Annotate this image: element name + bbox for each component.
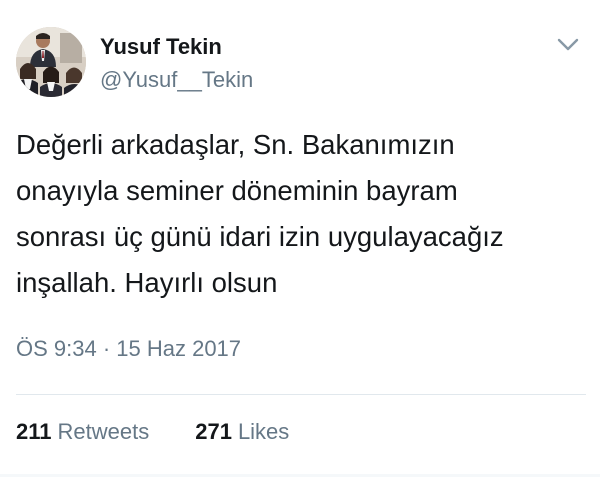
tweet-timestamp[interactable]: ÖS 9:34 · 15 Haz 2017 <box>16 336 241 362</box>
avatar[interactable] <box>16 27 86 97</box>
tweet-stats: 211 Retweets 271 Likes <box>16 419 289 445</box>
likes-count: 271 <box>195 419 232 444</box>
chevron-down-icon[interactable] <box>556 36 580 54</box>
tweet-text-line: inşallah. Hayırlı olsun <box>16 267 278 298</box>
tweet-text-line: onayıyla seminer döneminin bayram <box>16 175 458 206</box>
retweets-stat[interactable]: 211 Retweets <box>16 419 149 445</box>
display-name[interactable]: Yusuf Tekin <box>100 34 222 60</box>
likes-label: Likes <box>237 419 290 444</box>
tweet-card: Yusuf Tekin @Yusuf__Tekin Değerli arkada… <box>0 0 600 477</box>
retweets-label: Retweets <box>57 419 150 444</box>
tweet-text: Değerli arkadaşlar, Sn. Bakanımızın onayı… <box>16 122 586 306</box>
profile-photo-icon <box>16 27 86 97</box>
tweet-text-line: Değerli arkadaşlar, Sn. Bakanımızın <box>16 129 455 160</box>
likes-stat[interactable]: 271 Likes <box>195 419 289 445</box>
divider <box>16 394 586 395</box>
tweet-text-line: sonrası üç günü idari izin uygulayacağız <box>16 221 504 252</box>
retweets-count: 211 <box>16 419 52 444</box>
user-handle[interactable]: @Yusuf__Tekin <box>100 67 253 93</box>
